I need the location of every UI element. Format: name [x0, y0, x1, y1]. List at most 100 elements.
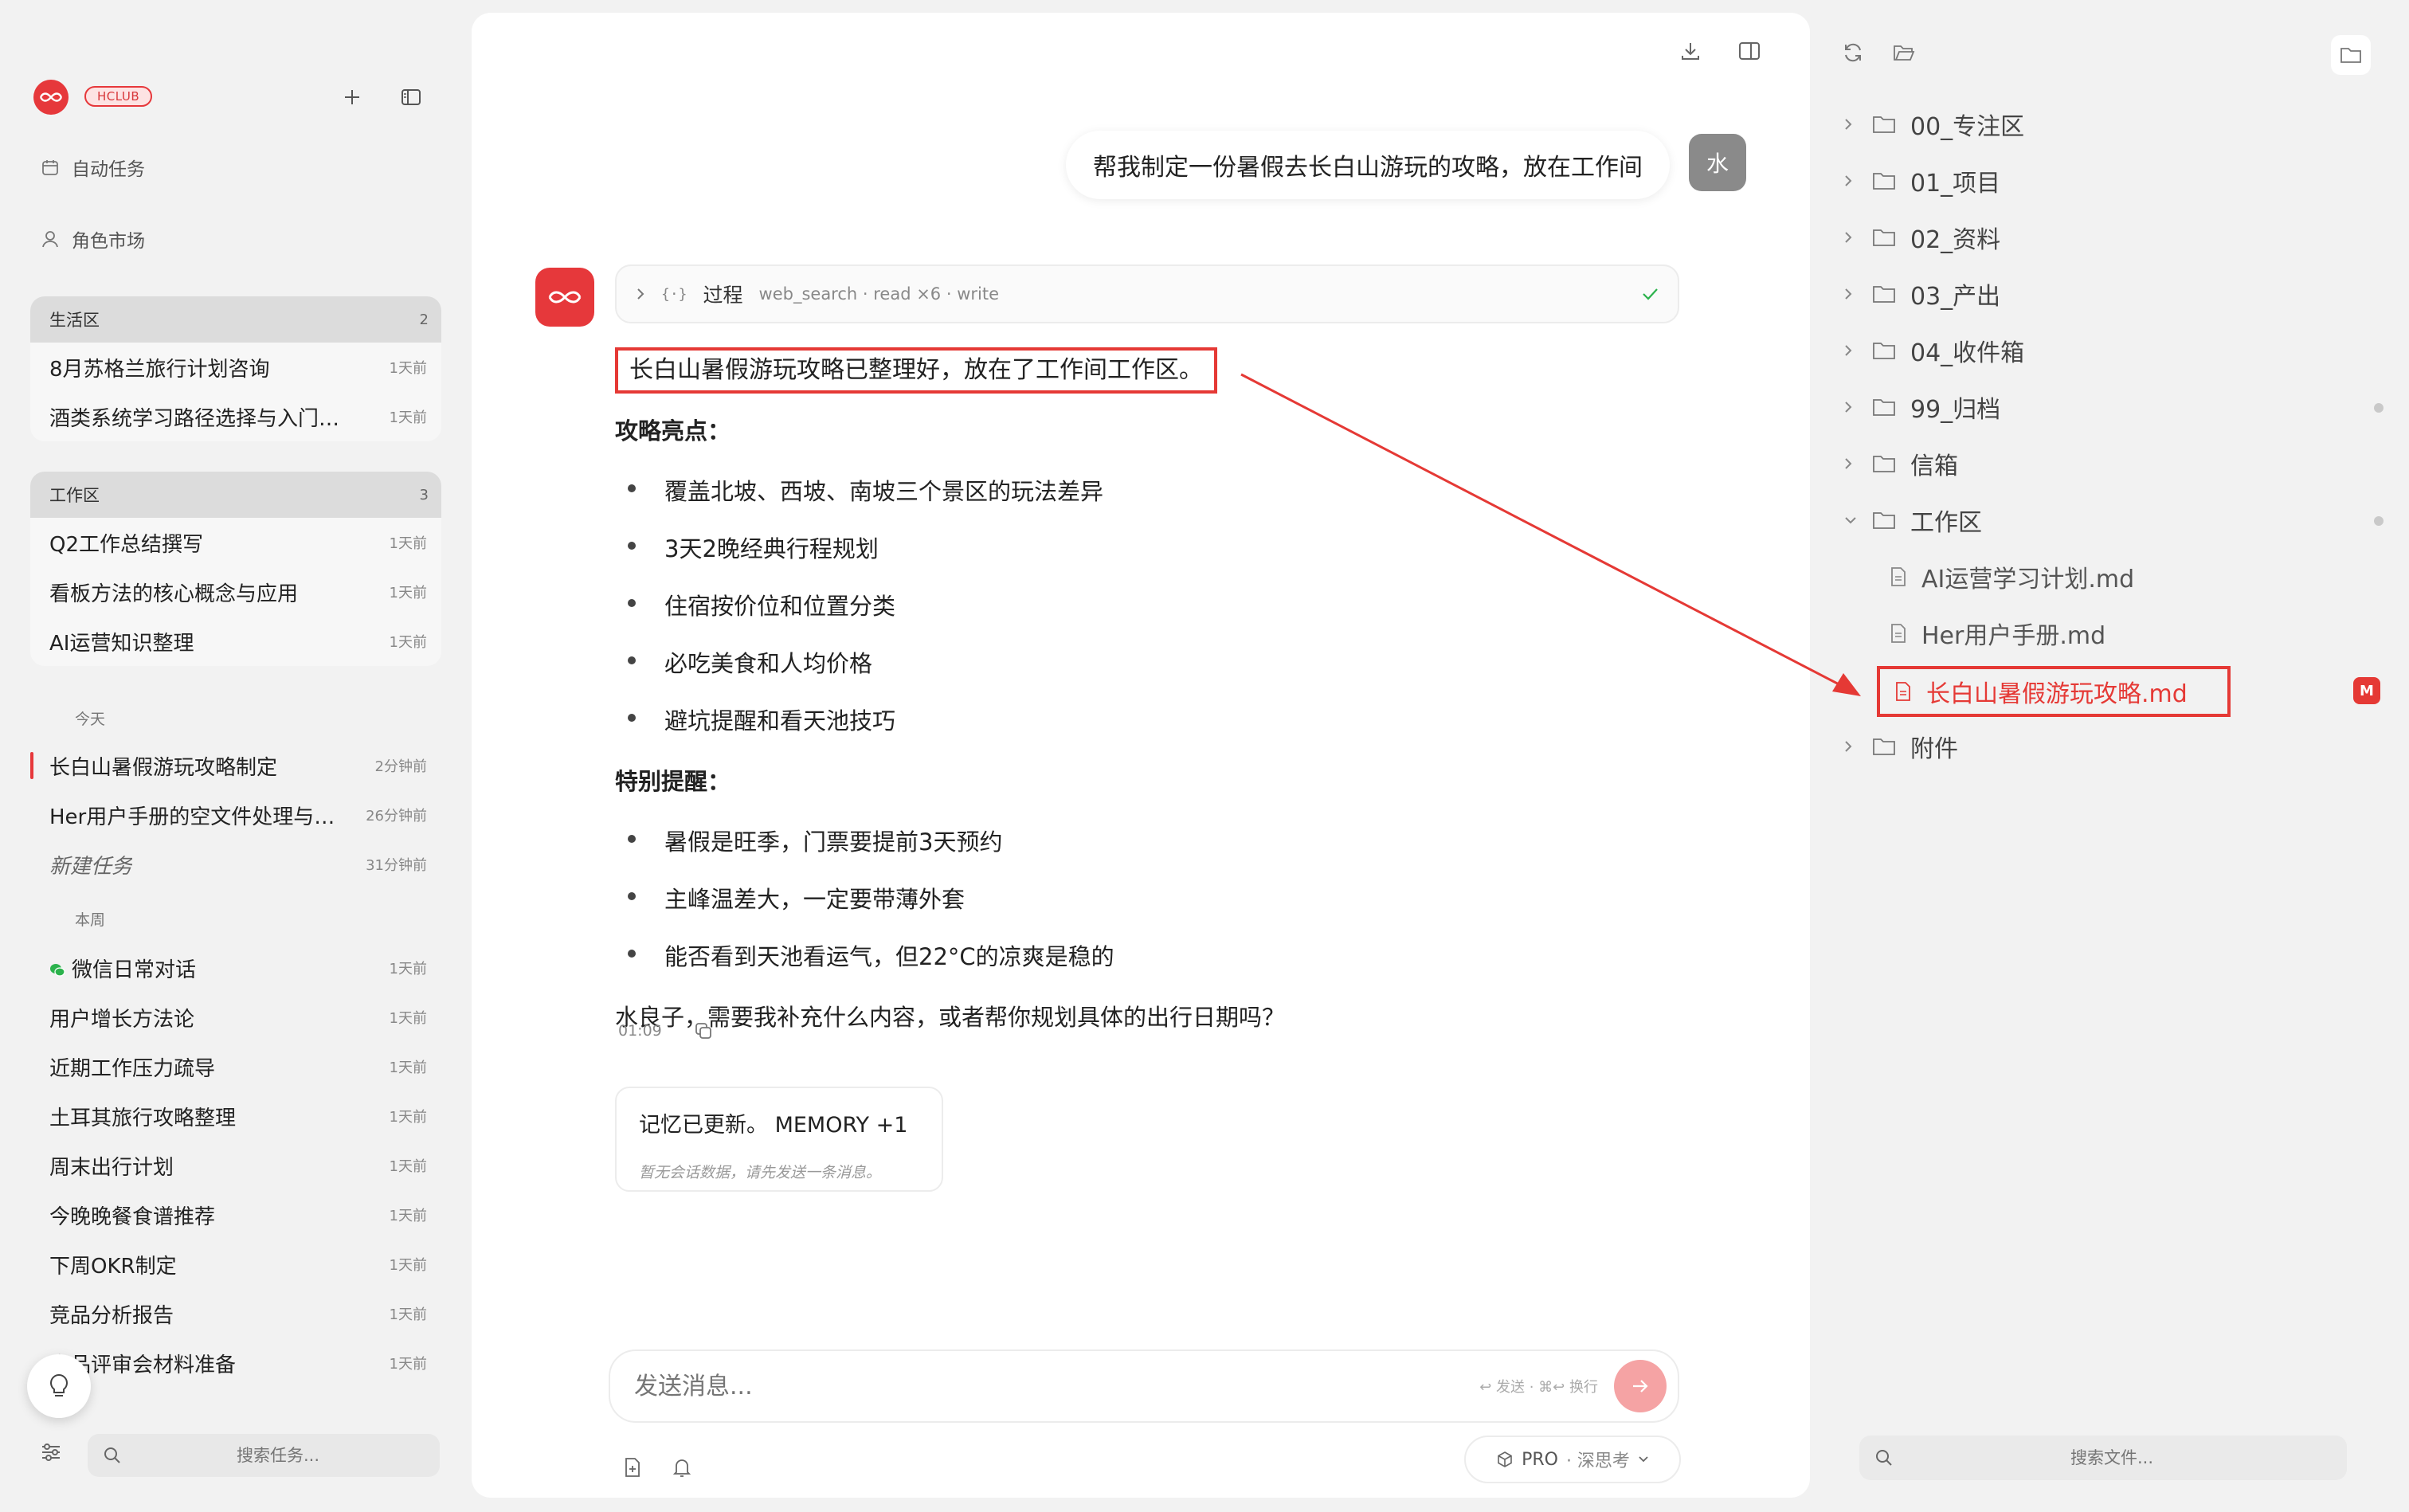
chevron-right-icon: [1843, 400, 1858, 414]
list-item: 主峰温差大，一定要带薄外套: [615, 881, 1651, 915]
send-button[interactable]: [1614, 1360, 1667, 1412]
message-time: 01:09: [618, 1022, 662, 1040]
task-item[interactable]: 下周OKR制定 1天前: [30, 1240, 441, 1289]
folder-label: 04_收件箱: [1910, 339, 2025, 367]
chevron-right-icon: [636, 287, 645, 301]
attach-file-icon[interactable]: [623, 1456, 642, 1479]
search-icon: [104, 1447, 121, 1464]
folder-item[interactable]: 01_项目: [1843, 157, 2000, 205]
new-task-button[interactable]: [336, 81, 368, 113]
item-title: 新建任务: [49, 854, 133, 879]
nav-role-market[interactable]: 角色市场: [41, 223, 145, 255]
folder-label: 00_专注区: [1910, 113, 2025, 141]
folder-view-button[interactable]: [2331, 35, 2371, 75]
club-badge: HCLUB: [84, 86, 153, 107]
open-folder-button[interactable]: [1888, 37, 1920, 69]
list-item[interactable]: 8月苏格兰旅行计划咨询 1天前: [30, 343, 441, 392]
item-time: 1天前: [389, 535, 427, 552]
file-item-highlighted[interactable]: 长白山暑假游玩攻略.md: [1877, 666, 2231, 717]
app-logo[interactable]: [33, 80, 69, 115]
folder-item[interactable]: 工作区: [1843, 496, 1982, 544]
item-time: 31分钟前: [366, 857, 427, 874]
list-item: 暑假是旺季，门票要提前3天预约: [615, 824, 1651, 857]
braces-icon: {·}: [661, 285, 687, 303]
message-input[interactable]: [634, 1372, 1480, 1400]
file-search[interactable]: [1859, 1436, 2347, 1480]
task-search-input[interactable]: [132, 1446, 424, 1465]
process-panel[interactable]: {·} 过程 web_search · read ×6 · write: [615, 264, 1679, 323]
task-search[interactable]: [88, 1434, 440, 1477]
nav-auto-tasks[interactable]: 自动任务: [41, 151, 145, 183]
item-time: 1天前: [389, 1010, 427, 1027]
split-view-button[interactable]: [1733, 35, 1765, 67]
folder-item[interactable]: 02_资料: [1843, 213, 2000, 261]
folder-item[interactable]: 00_专注区: [1843, 100, 2024, 148]
message-composer: ↩ 发送 · ⌘↩ 换行: [609, 1349, 1679, 1423]
bell-icon[interactable]: [672, 1456, 691, 1479]
folder-item[interactable]: 03_产出: [1843, 270, 2000, 318]
download-icon: [1680, 41, 1701, 61]
list-item[interactable]: AI运营知识整理 1天前: [30, 617, 441, 666]
nav-label: 角色市场: [72, 231, 145, 252]
chevron-down-icon: [1638, 1455, 1649, 1463]
folder-icon: [1872, 170, 1896, 191]
task-item[interactable]: 土耳其旅行攻略整理 1天前: [30, 1091, 441, 1141]
refresh-button[interactable]: [1837, 37, 1869, 69]
answer-highlight-box: 长白山暑假游玩攻略已整理好，放在了工作间工作区。: [615, 347, 1217, 394]
copy-icon[interactable]: [694, 1021, 713, 1040]
task-item[interactable]: 产品评审会材料准备 1天前: [30, 1338, 441, 1388]
memory-card: 记忆已更新。 MEMORY +1 暂无会话数据，请先发送一条消息。: [615, 1087, 943, 1192]
item-time: 1天前: [389, 1257, 427, 1274]
file-panel: 00_专注区 01_项目 02_资料 03_产出 04_收件箱 99_归档信箱工作区 AI运…: [1810, 0, 2409, 1512]
list-item[interactable]: Q2工作总结撰写 1天前: [30, 518, 441, 567]
filter-icon[interactable]: [40, 1442, 62, 1463]
file-search-input[interactable]: [1893, 1448, 2331, 1467]
chevron-right-icon: [1843, 456, 1858, 471]
folder-label: 信箱: [1910, 452, 1958, 480]
file-item[interactable]: Her用户手册.md: [1890, 609, 2105, 657]
download-button[interactable]: [1675, 35, 1706, 67]
assistant-avatar: [535, 268, 594, 327]
folder-item[interactable]: 信箱: [1843, 440, 1958, 488]
task-item-active[interactable]: 长白山暑假游玩攻略制定 2分钟前: [30, 741, 441, 790]
list-item: 必吃美食和人均价格: [615, 645, 1651, 679]
task-item[interactable]: 用户增长方法论 1天前: [30, 993, 441, 1042]
task-item[interactable]: Her用户手册的空文件处理与… 26分钟前: [30, 790, 441, 840]
document-icon: [1894, 681, 1912, 702]
group-title: 工作区: [49, 486, 100, 505]
list-item[interactable]: 酒类系统学习路径选择与入门… 1天前: [30, 392, 441, 441]
folder-icon: [1872, 397, 1896, 417]
item-time: 1天前: [389, 1158, 427, 1175]
group-header[interactable]: 工作区 3: [30, 472, 441, 518]
tips-button[interactable]: [27, 1354, 91, 1418]
task-item[interactable]: 周末出行计划 1天前: [30, 1141, 441, 1190]
folder-label: 工作区: [1910, 509, 1982, 537]
model-name: PRO: [1522, 1449, 1558, 1470]
list-item[interactable]: 看板方法的核心概念与应用 1天前: [30, 567, 441, 617]
folder-label: 99_归档: [1910, 396, 2001, 424]
task-item[interactable]: 新建任务 31分钟前: [30, 840, 441, 889]
model-selector[interactable]: PRO · 深思考: [1464, 1436, 1681, 1483]
answer-heading: 特别提醒：: [615, 768, 731, 795]
user-avatar[interactable]: 水: [1689, 134, 1746, 191]
file-label: Her用户手册.md: [1921, 622, 2106, 650]
group-header[interactable]: 生活区 2: [30, 296, 441, 343]
file-item[interactable]: AI运营学习计划.md: [1890, 553, 2134, 601]
toggle-sidebar-button[interactable]: [395, 81, 427, 113]
folder-item[interactable]: 99_归档: [1843, 383, 2000, 431]
memory-subtitle: 暂无会话数据，请先发送一条消息。: [639, 1164, 882, 1181]
active-indicator: [30, 752, 33, 779]
folder-item[interactable]: 附件: [1843, 723, 1958, 770]
task-item[interactable]: 今晚晚餐食谱推荐 1天前: [30, 1190, 441, 1240]
chevron-right-icon: [1843, 343, 1858, 358]
group-count: 2: [419, 311, 429, 328]
item-title: 近期工作压力疏导: [49, 1056, 216, 1081]
item-time: 2分钟前: [374, 758, 427, 775]
assistant-answer: 长白山暑假游玩攻略已整理好，放在了工作间工作区。 攻略亮点： 覆盖北坡、西坡、南…: [615, 347, 1651, 1032]
left-sidebar: HCLUB 自动任务 角色市场 生活区 2 8月苏格兰旅行计划咨询 1天前 酒类…: [0, 0, 470, 1512]
task-item[interactable]: 微信日常对话 1天前: [30, 943, 441, 993]
folder-item[interactable]: 04_收件箱: [1843, 327, 2024, 374]
task-item[interactable]: 竞品分析报告 1天前: [30, 1289, 441, 1338]
task-item[interactable]: 近期工作压力疏导 1天前: [30, 1042, 441, 1091]
modified-badge: M: [2353, 677, 2380, 704]
